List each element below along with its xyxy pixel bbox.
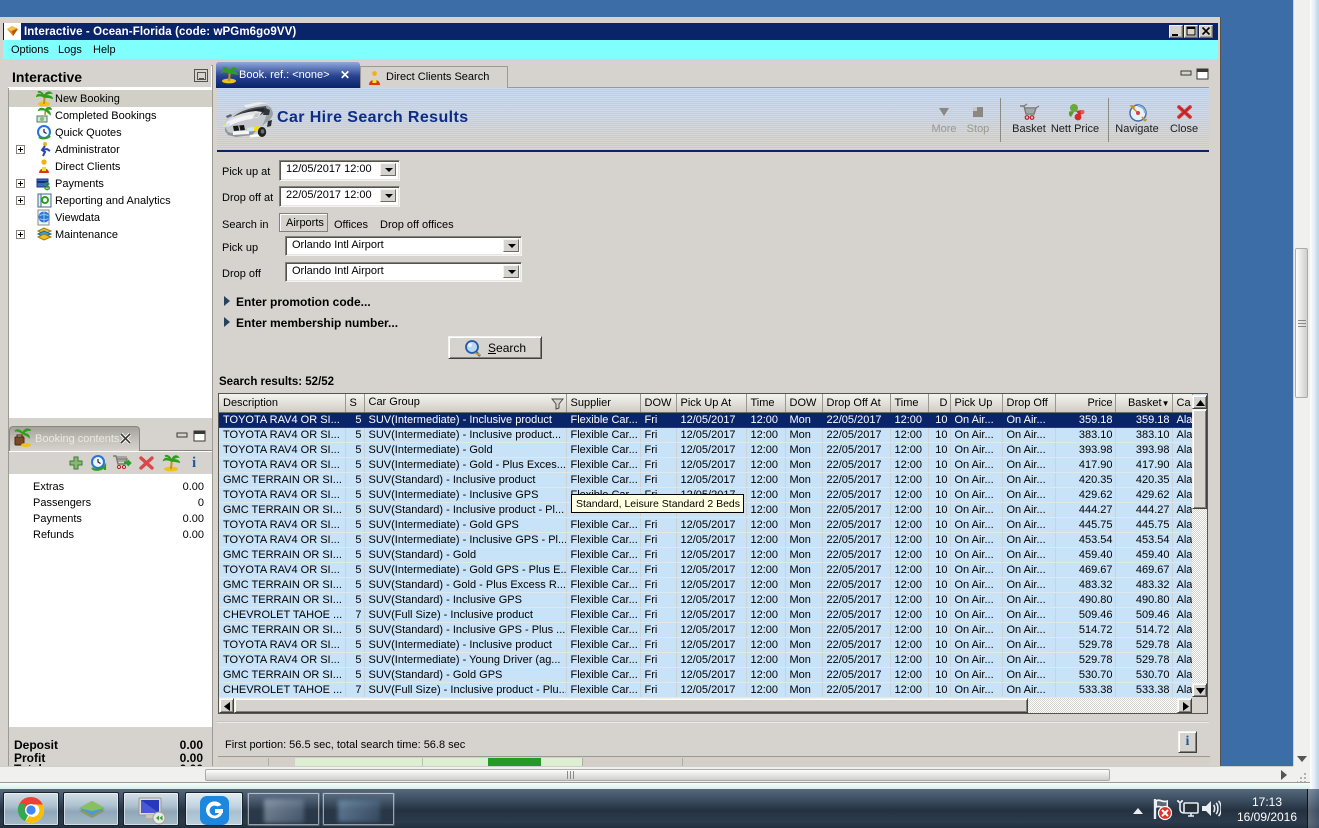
svg-text:$: $ [44,181,50,192]
